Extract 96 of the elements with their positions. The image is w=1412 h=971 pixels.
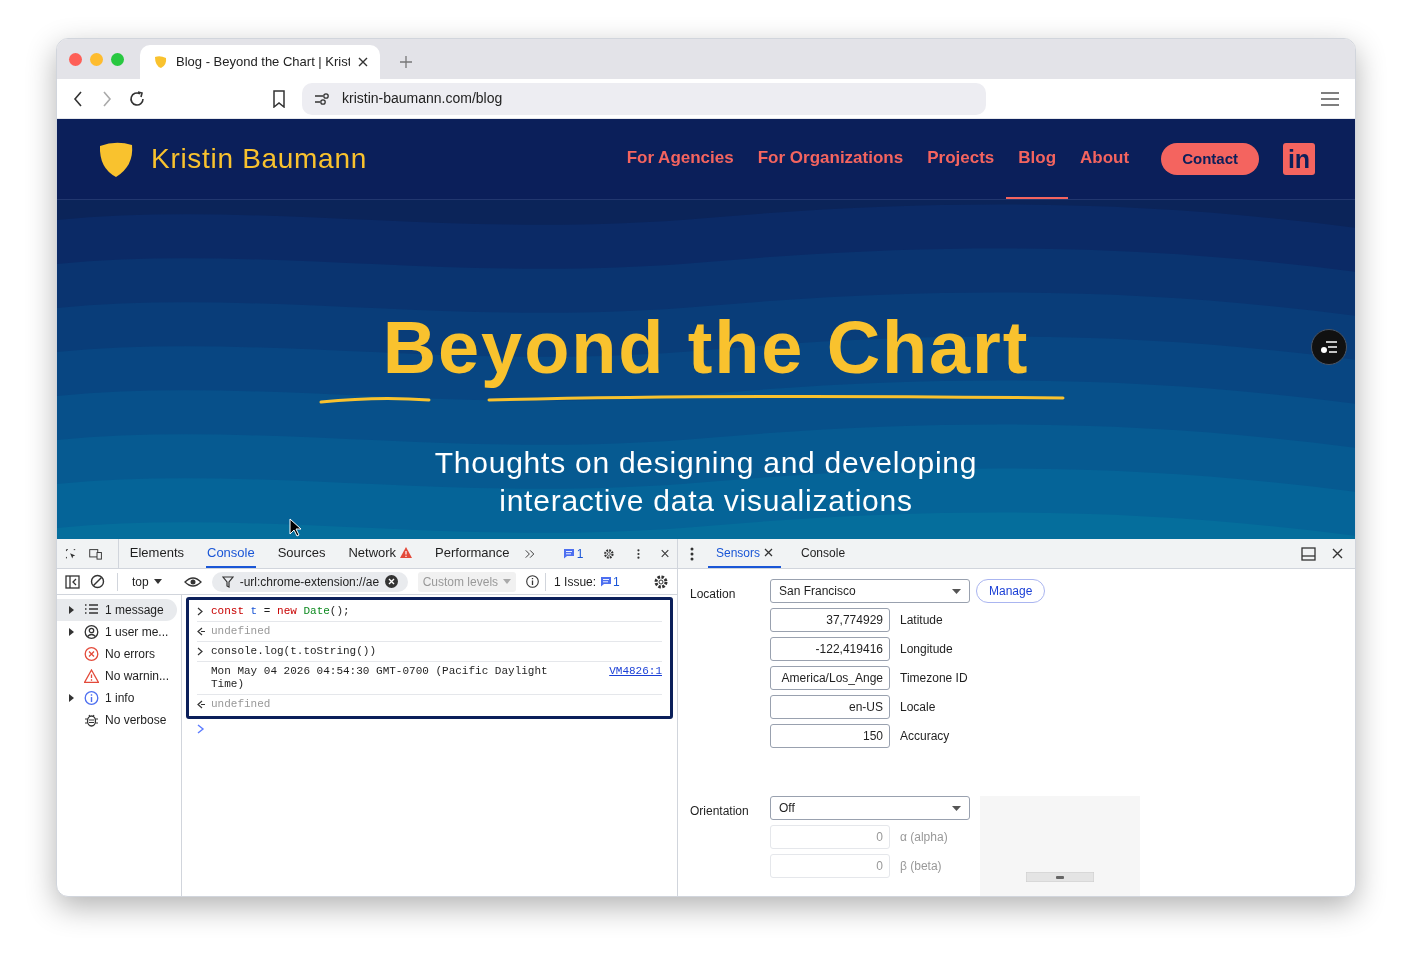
field-label: Locale bbox=[900, 699, 936, 716]
sidebar-item[interactable]: No verbose bbox=[57, 709, 177, 731]
field-label: Latitude bbox=[900, 612, 943, 629]
address-bar[interactable]: kristin-baumann.com/blog bbox=[302, 82, 986, 115]
more-options-icon[interactable] bbox=[690, 546, 694, 561]
nav-link[interactable]: For Organizations bbox=[745, 119, 916, 199]
field-label: α (alpha) bbox=[900, 829, 948, 846]
close-icon[interactable] bbox=[358, 57, 368, 67]
sidebar-item[interactable]: 1 message bbox=[57, 599, 177, 621]
prompt-chevron-icon bbox=[197, 647, 205, 656]
close-icon[interactable] bbox=[661, 548, 669, 559]
back-icon[interactable] bbox=[73, 90, 83, 107]
filter-icon bbox=[221, 575, 234, 588]
nav-link[interactable]: Projects bbox=[915, 119, 1007, 199]
new-tab-icon[interactable] bbox=[400, 56, 412, 68]
filter-field[interactable]: -url:chrome-extension://ae bbox=[211, 571, 408, 592]
site-settings-icon[interactable] bbox=[314, 91, 330, 106]
field-label: β (beta) bbox=[900, 858, 942, 875]
bookmark-icon[interactable] bbox=[272, 89, 286, 108]
field-label: Longitude bbox=[900, 641, 953, 658]
menu-icon[interactable] bbox=[1321, 91, 1339, 106]
more-options-icon[interactable] bbox=[637, 546, 640, 561]
console-command-text: const t = new Date(); bbox=[211, 605, 351, 618]
issues-indicator[interactable]: 1 bbox=[562, 544, 584, 563]
list-icon bbox=[1320, 340, 1338, 354]
error-icon bbox=[84, 647, 99, 661]
info-icon bbox=[84, 691, 99, 705]
contact-button[interactable]: Contact bbox=[1161, 143, 1259, 175]
dropdown-caret-icon bbox=[952, 805, 961, 811]
field-label: Accuracy bbox=[900, 728, 950, 745]
return-arrow-icon bbox=[197, 700, 205, 709]
drawer-tab[interactable]: Console bbox=[793, 539, 854, 568]
console-result-text: undefined bbox=[211, 625, 272, 638]
close-icon[interactable] bbox=[1332, 548, 1343, 559]
hero-title: Beyond the Chart bbox=[382, 308, 1030, 388]
devtools-tab[interactable]: Console bbox=[206, 539, 256, 568]
close-icon[interactable] bbox=[764, 548, 774, 557]
sidebar-toggle-icon[interactable] bbox=[65, 574, 80, 589]
dropdown-caret-icon bbox=[503, 579, 512, 584]
reload-icon[interactable] bbox=[128, 89, 146, 108]
bug-icon bbox=[84, 713, 99, 727]
select-dropdown[interactable]: San Francisco bbox=[770, 579, 970, 603]
mouse-pointer-icon bbox=[289, 518, 303, 538]
input-field[interactable]: -122,419416 bbox=[770, 637, 890, 661]
source-link[interactable]: VM4826:1 bbox=[593, 665, 662, 678]
section-label: Orientation bbox=[690, 803, 750, 820]
info-icon[interactable] bbox=[526, 575, 540, 588]
devtools-tab[interactable]: Network bbox=[347, 539, 414, 568]
live-expression-icon[interactable] bbox=[183, 575, 202, 588]
dock-icon[interactable] bbox=[1301, 546, 1316, 561]
expand-arrow-icon[interactable] bbox=[69, 606, 74, 614]
input-field[interactable]: 37,774929 bbox=[770, 608, 890, 632]
devtools-tab[interactable]: Sources bbox=[276, 539, 327, 568]
expand-arrow-icon[interactable] bbox=[69, 694, 74, 702]
more-tabs-icon[interactable] bbox=[524, 547, 535, 560]
input-field[interactable]: America/Los_Ange bbox=[770, 666, 890, 690]
linkedin-logo[interactable]: in bbox=[1283, 143, 1315, 175]
warning-icon bbox=[84, 669, 99, 683]
input-field[interactable]: en-US bbox=[770, 695, 890, 719]
drawer-tab[interactable]: Sensors bbox=[708, 539, 782, 568]
sidebar-item[interactable]: No errors bbox=[57, 643, 177, 665]
shield-favicon-icon bbox=[152, 54, 168, 70]
message-icon bbox=[600, 576, 613, 587]
expand-arrow-icon[interactable] bbox=[69, 628, 74, 636]
sidebar-item[interactable]: 1 info bbox=[57, 687, 177, 709]
clear-filter-icon[interactable] bbox=[384, 575, 398, 588]
nav-link[interactable]: For Agencies bbox=[614, 119, 746, 199]
dropdown-caret-icon bbox=[153, 579, 162, 584]
devtools-tab[interactable]: Performance bbox=[434, 539, 511, 568]
sidebar-item[interactable]: No warnin... bbox=[57, 665, 177, 687]
console-prompt-icon[interactable] bbox=[197, 724, 205, 734]
select-dropdown[interactable]: Off bbox=[770, 796, 970, 820]
shield-logo-icon[interactable] bbox=[97, 140, 135, 178]
message-icon bbox=[562, 548, 575, 559]
device-drawing bbox=[1026, 872, 1094, 882]
user-icon bbox=[84, 625, 99, 639]
dropdown-caret-icon bbox=[952, 588, 961, 594]
sidebar-item[interactable]: 1 user me... bbox=[57, 621, 177, 643]
input-field[interactable]: 150 bbox=[770, 724, 890, 748]
devtools-tab[interactable]: Elements bbox=[128, 539, 185, 568]
return-arrow-icon bbox=[197, 627, 205, 636]
settings-icon[interactable] bbox=[653, 573, 669, 590]
field-label: Timezone ID bbox=[900, 670, 968, 687]
url-text: kristin-baumann.com/blog bbox=[342, 89, 503, 108]
issues-button[interactable]: 1 Issue: 1 bbox=[545, 572, 620, 591]
console-log-message: Mon May 04 2026 04:54:30 GMT-0700 (Pacific Daylight Time) bbox=[211, 665, 549, 691]
list-icon bbox=[84, 603, 99, 617]
prompt-chevron-icon bbox=[197, 607, 205, 616]
clear-console-icon[interactable] bbox=[90, 574, 105, 589]
console-result-text: undefined bbox=[211, 698, 272, 711]
section-label: Location bbox=[690, 586, 737, 603]
console-command-text: console.log(t.toString()) bbox=[211, 645, 378, 658]
brand-name[interactable]: Kristin Baumann bbox=[151, 138, 367, 180]
nav-link[interactable]: About bbox=[1068, 119, 1142, 199]
hero-subtitle: Thoughts on designing and developing interactive data visualizations bbox=[434, 445, 978, 519]
context-selector[interactable]: top bbox=[117, 572, 162, 591]
